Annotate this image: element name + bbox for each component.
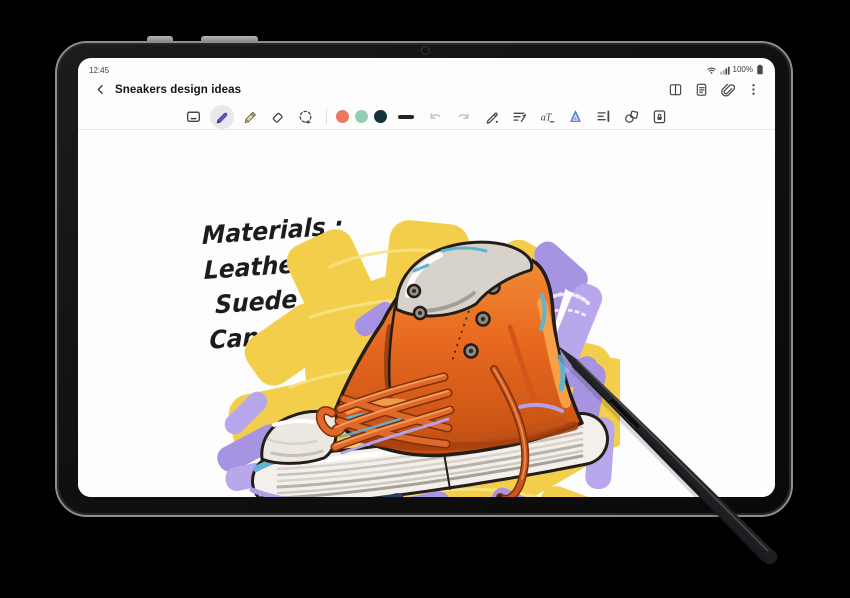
attachment-icon <box>720 82 735 97</box>
page-lock-button[interactable] <box>648 105 672 129</box>
more-options-icon <box>746 82 761 97</box>
shapes-icon <box>623 108 640 125</box>
redo-button[interactable] <box>452 105 476 129</box>
status-bar: 12:45 100% <box>78 58 775 75</box>
undo-icon <box>427 108 444 125</box>
page-title: Sneakers design ideas <box>115 84 241 96</box>
redo-icon <box>455 108 472 125</box>
ai-assist-button[interactable] <box>564 105 588 129</box>
eraser-icon <box>269 108 286 125</box>
lasso-icon <box>297 108 314 125</box>
page-lock-icon <box>651 108 668 125</box>
note-canvas[interactable]: Materials ; Leather Suede Canvas <box>78 130 775 497</box>
scene: 12:45 100% <box>0 0 850 598</box>
undo-button[interactable] <box>424 105 448 129</box>
smart-pen-button[interactable] <box>480 105 504 129</box>
straighten-button[interactable] <box>508 105 532 129</box>
back-button[interactable] <box>91 81 109 99</box>
text-box-icon <box>595 108 612 125</box>
convert-to-text-icon: aT <box>539 108 556 125</box>
text-mode-icon <box>185 108 202 125</box>
stroke-thickness-button[interactable] <box>398 115 414 119</box>
text-mode-button[interactable] <box>182 105 206 129</box>
wifi-icon <box>706 65 717 75</box>
eraser-tool-button[interactable] <box>266 105 290 129</box>
color-swatch-coral[interactable] <box>336 110 349 123</box>
attachment-button[interactable] <box>719 81 736 98</box>
page-overview-button[interactable] <box>693 81 710 98</box>
text-box-button[interactable] <box>592 105 616 129</box>
page-overview-icon <box>694 82 709 97</box>
color-swatch-navy[interactable] <box>374 110 387 123</box>
chevron-left-icon <box>94 83 107 96</box>
shape-recognition-button[interactable] <box>620 105 644 129</box>
battery-icon <box>756 64 764 75</box>
drawing-toolbar: aT <box>78 104 775 130</box>
pen-tool-button[interactable] <box>210 105 234 129</box>
ai-assist-icon <box>567 108 584 125</box>
highlighter-tool-button[interactable] <box>238 105 262 129</box>
tablet-screen: 12:45 100% <box>78 58 775 497</box>
signal-icon <box>720 65 730 75</box>
battery-percent: 100% <box>733 65 753 74</box>
split-view-icon <box>668 82 683 97</box>
color-swatch-mint[interactable] <box>355 110 368 123</box>
clock: 12:45 <box>89 66 109 75</box>
title-bar: Sneakers design ideas <box>78 75 775 104</box>
lasso-tool-button[interactable] <box>294 105 318 129</box>
split-view-button[interactable] <box>667 81 684 98</box>
sneaker-artwork <box>190 207 620 497</box>
highlighter-icon <box>241 108 258 125</box>
pen-icon <box>213 108 230 125</box>
smart-pen-icon <box>483 108 500 125</box>
more-options-button[interactable] <box>745 81 762 98</box>
toolbar-divider <box>326 109 327 124</box>
convert-to-text-button[interactable]: aT <box>536 105 560 129</box>
front-camera <box>421 46 430 55</box>
straighten-icon <box>511 108 528 125</box>
